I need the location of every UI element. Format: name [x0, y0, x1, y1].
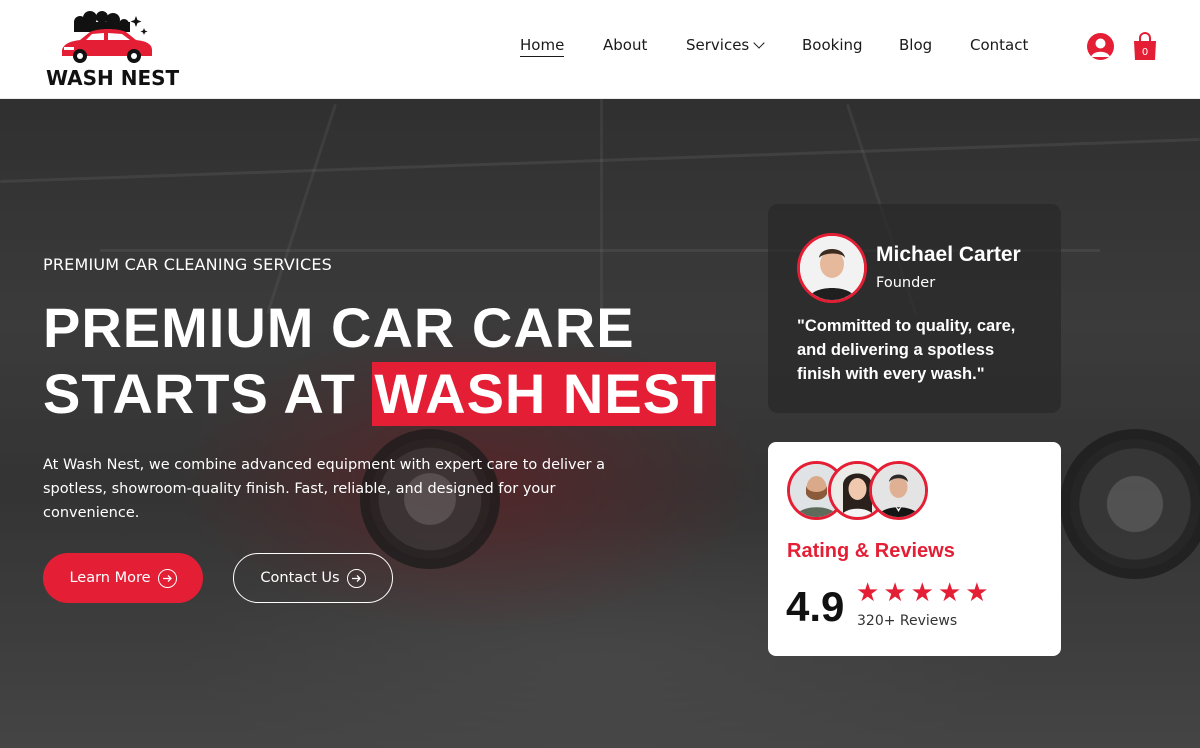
learn-more-label: Learn More: [69, 570, 151, 586]
founder-name: Michael Carter: [876, 243, 1021, 266]
star-icon: ★: [937, 578, 962, 608]
arrow-right-icon: [346, 568, 366, 588]
founder-card: Michael Carter Founder "Committed to qua…: [768, 204, 1061, 413]
headline-line-1: PREMIUM CAR CARE: [43, 296, 635, 359]
site-header: WASH NEST Home About Services Booking Bl…: [0, 0, 1200, 99]
headline-accent: WASH NEST: [372, 362, 717, 426]
nav-blog[interactable]: Blog: [899, 36, 932, 54]
reviewer-avatar: [869, 461, 928, 520]
rating-title: Rating & Reviews: [787, 540, 955, 562]
nav-home[interactable]: Home: [520, 36, 565, 57]
nav-services-label: Services: [686, 36, 750, 54]
logo[interactable]: WASH NEST: [44, 10, 179, 90]
star-rating: ★ ★ ★ ★ ★: [856, 578, 989, 608]
rating-score: 4.9: [786, 583, 845, 630]
chevron-down-icon: [753, 37, 765, 49]
contact-us-label: Contact Us: [260, 570, 340, 586]
hero-eyebrow: PREMIUM CAR CLEANING SERVICES: [43, 255, 333, 274]
nav-about[interactable]: About: [603, 36, 647, 54]
hero-description: At Wash Nest, we combine advanced equipm…: [43, 457, 606, 521]
learn-more-button[interactable]: Learn More: [43, 553, 203, 603]
founder-role: Founder: [876, 275, 936, 291]
contact-us-button[interactable]: Contact Us: [233, 553, 393, 603]
user-icon[interactable]: [1087, 33, 1114, 60]
star-icon: ★: [965, 578, 989, 608]
nav-booking[interactable]: Booking: [802, 36, 863, 54]
star-icon: ★: [856, 578, 880, 608]
nav-services[interactable]: Services: [686, 36, 765, 54]
hero-headline: PREMIUM CAR CARE STARTS AT WASH NEST: [43, 295, 717, 427]
rating-card: Rating & Reviews 4.9 ★ ★ ★ ★ ★ 320+ Revi…: [768, 442, 1061, 656]
founder-quote: "Committed to quality, care, and deliver…: [797, 317, 1016, 383]
star-icon: ★: [883, 578, 907, 608]
rating-count: 320+ Reviews: [857, 613, 958, 629]
headline-prefix: STARTS AT: [43, 362, 373, 425]
founder-avatar: [797, 233, 867, 303]
hero-section: PREMIUM CAR CLEANING SERVICES PREMIUM CA…: [0, 99, 1200, 748]
nav-contact[interactable]: Contact: [970, 36, 1028, 54]
star-icon: ★: [910, 578, 934, 608]
shopping-bag-icon[interactable]: 0: [1132, 31, 1158, 61]
logo-text: WASH NEST: [46, 66, 180, 90]
cart-count: 0: [1142, 47, 1148, 58]
headline-line-2: STARTS AT WASH NEST: [43, 361, 717, 427]
arrow-right-icon: [157, 568, 177, 588]
car-wash-logo-icon: [62, 11, 152, 63]
